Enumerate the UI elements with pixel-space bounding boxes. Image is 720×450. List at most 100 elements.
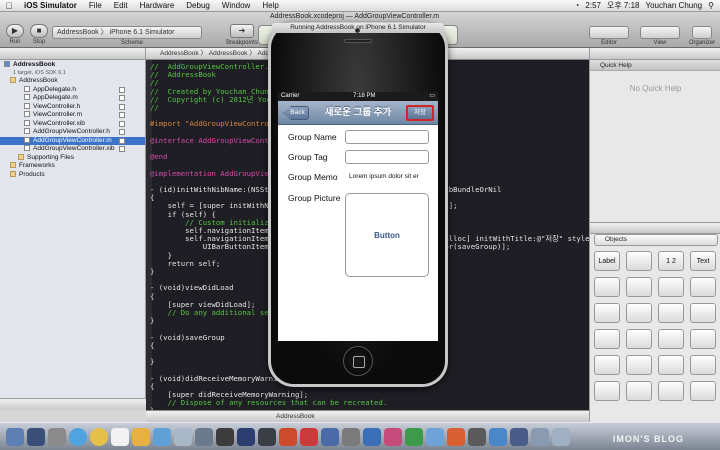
library-scrollview-item[interactable] bbox=[626, 355, 652, 375]
file-addgroup-xib[interactable]: AddGroupViewController.xib bbox=[0, 145, 145, 154]
filezilla-icon[interactable] bbox=[279, 427, 297, 446]
home-button[interactable] bbox=[343, 346, 373, 376]
scheme-selector[interactable]: AddressBook 〉 iPhone 6.1 Simulator bbox=[52, 26, 202, 39]
file-appdelegate-h[interactable]: AppDelegate.h bbox=[0, 86, 145, 95]
picture-button[interactable]: Button bbox=[345, 193, 429, 277]
notes-icon[interactable] bbox=[132, 427, 150, 446]
library-webview-item[interactable] bbox=[690, 329, 716, 349]
stop-button[interactable]: ■ bbox=[30, 24, 48, 38]
library-selector-bar[interactable] bbox=[590, 222, 720, 234]
stop-label: Stop bbox=[32, 39, 46, 45]
library-segmented-item[interactable]: 1 2 bbox=[658, 251, 684, 271]
file-addgroup-h[interactable]: AddGroupViewController.h bbox=[0, 128, 145, 137]
group-supporting-files[interactable]: Supporting Files bbox=[0, 154, 145, 163]
lightroom-icon[interactable] bbox=[258, 427, 276, 446]
battery-text[interactable]: 2:57 bbox=[585, 1, 601, 10]
preview-icon[interactable] bbox=[174, 427, 192, 446]
app-icon[interactable] bbox=[510, 427, 528, 446]
quick-help-header[interactable]: Quick Help bbox=[590, 60, 720, 71]
group-name-field[interactable] bbox=[345, 130, 429, 144]
file-viewcontroller-h[interactable]: ViewController.h bbox=[0, 103, 145, 112]
library-mapview-item[interactable] bbox=[594, 355, 620, 375]
group-memo-textview[interactable]: Lorem ipsum dolor sit er bbox=[345, 170, 429, 184]
library-datepicker-item[interactable] bbox=[658, 355, 684, 375]
library-tableview-item[interactable] bbox=[658, 303, 684, 323]
wifi-icon[interactable]: ◔ bbox=[575, 1, 580, 10]
debug-bar[interactable]: AddressBook bbox=[146, 410, 589, 422]
library-slider-item[interactable] bbox=[594, 277, 620, 297]
menu-hardware[interactable]: Hardware bbox=[134, 1, 181, 10]
xcode-icon[interactable] bbox=[321, 427, 339, 446]
library-label-item[interactable]: Label bbox=[594, 251, 620, 271]
library-switch-item[interactable] bbox=[626, 277, 652, 297]
ftp-icon[interactable] bbox=[300, 427, 318, 446]
library-toolbar-item[interactable] bbox=[658, 381, 684, 401]
library-activity-item[interactable] bbox=[658, 277, 684, 297]
menu-help[interactable]: Help bbox=[256, 1, 284, 10]
group-products[interactable]: Products bbox=[0, 171, 145, 180]
menu-debug[interactable]: Debug bbox=[180, 1, 216, 10]
library-picker-item[interactable] bbox=[690, 355, 716, 375]
organizer-button[interactable] bbox=[692, 26, 712, 39]
project-navigator: AddressBook 1 target, iOS SDK 6.1 Addres… bbox=[0, 48, 146, 410]
library-iad-item[interactable] bbox=[594, 381, 620, 401]
group-frameworks[interactable]: Frameworks bbox=[0, 162, 145, 171]
file-appdelegate-m[interactable]: AppDelegate.m bbox=[0, 94, 145, 103]
library-progress-item[interactable] bbox=[690, 277, 716, 297]
app-icon[interactable] bbox=[489, 427, 507, 446]
terminal-icon[interactable] bbox=[216, 427, 234, 446]
app-icon[interactable] bbox=[468, 427, 486, 446]
simulator-icon[interactable] bbox=[342, 427, 360, 446]
folder-icon[interactable] bbox=[531, 427, 549, 446]
powerpoint-icon[interactable] bbox=[447, 427, 465, 446]
library-imageview-item[interactable] bbox=[594, 329, 620, 349]
file-viewcontroller-xib[interactable]: ViewController.xib bbox=[0, 120, 145, 129]
editor-mode-segmented[interactable] bbox=[589, 26, 629, 39]
library-stepper-item[interactable] bbox=[626, 303, 652, 323]
library-collectionview-item[interactable] bbox=[626, 329, 652, 349]
save-button[interactable]: 저장 bbox=[406, 105, 434, 121]
app-store-icon[interactable] bbox=[153, 427, 171, 446]
calendar-icon[interactable] bbox=[111, 427, 129, 446]
library-tablecell-item[interactable] bbox=[690, 303, 716, 323]
app-icon[interactable] bbox=[426, 427, 444, 446]
breakpoints-button[interactable]: ➔ bbox=[230, 24, 254, 38]
run-button[interactable]: ▶ bbox=[6, 24, 24, 38]
object-library-select[interactable]: Objects bbox=[594, 234, 718, 246]
menu-file[interactable]: File bbox=[83, 1, 108, 10]
library-textview-item[interactable] bbox=[658, 329, 684, 349]
navigator-selector-bar[interactable] bbox=[0, 48, 145, 60]
menu-window[interactable]: Window bbox=[216, 1, 256, 10]
apple-menu-icon[interactable]:  bbox=[0, 1, 18, 11]
project-item[interactable]: AddressBook bbox=[0, 61, 145, 69]
navigator-filter-bar[interactable] bbox=[0, 398, 146, 410]
mission-control-icon[interactable] bbox=[48, 427, 66, 446]
menu-edit[interactable]: Edit bbox=[108, 1, 134, 10]
status-badge bbox=[119, 120, 125, 127]
group-tag-field[interactable] bbox=[345, 150, 429, 164]
clock[interactable]: 오후 7:18 bbox=[607, 0, 640, 11]
trash-icon[interactable] bbox=[552, 427, 570, 446]
file-addgroup-m[interactable]: AddGroupViewController.m bbox=[0, 136, 145, 145]
view-toggle-segmented[interactable] bbox=[640, 26, 680, 39]
library-textfield-item[interactable]: Text bbox=[690, 251, 716, 271]
library-round-button-item[interactable] bbox=[626, 251, 652, 271]
library-navbar-item[interactable] bbox=[626, 381, 652, 401]
excel-icon[interactable] bbox=[405, 427, 423, 446]
library-tabbar-item[interactable] bbox=[690, 381, 716, 401]
word-icon[interactable] bbox=[363, 427, 381, 446]
user-name[interactable]: Youchan Chung bbox=[645, 1, 702, 10]
system-prefs-icon[interactable] bbox=[195, 427, 213, 446]
inspector-selector-bar[interactable] bbox=[590, 48, 720, 60]
launchpad-icon[interactable] bbox=[27, 427, 45, 446]
chrome-icon[interactable] bbox=[90, 427, 108, 446]
file-viewcontroller-m[interactable]: ViewController.m bbox=[0, 111, 145, 120]
spotlight-icon[interactable]: ⚲ bbox=[708, 1, 714, 10]
app-icon[interactable] bbox=[384, 427, 402, 446]
safari-icon[interactable] bbox=[69, 427, 87, 446]
group-addressbook[interactable]: AddressBook bbox=[0, 77, 145, 86]
library-pagecontrol-item[interactable] bbox=[594, 303, 620, 323]
photoshop-icon[interactable] bbox=[237, 427, 255, 446]
menu-app-name[interactable]: iOS Simulator bbox=[18, 1, 83, 10]
finder-icon[interactable] bbox=[6, 427, 24, 446]
